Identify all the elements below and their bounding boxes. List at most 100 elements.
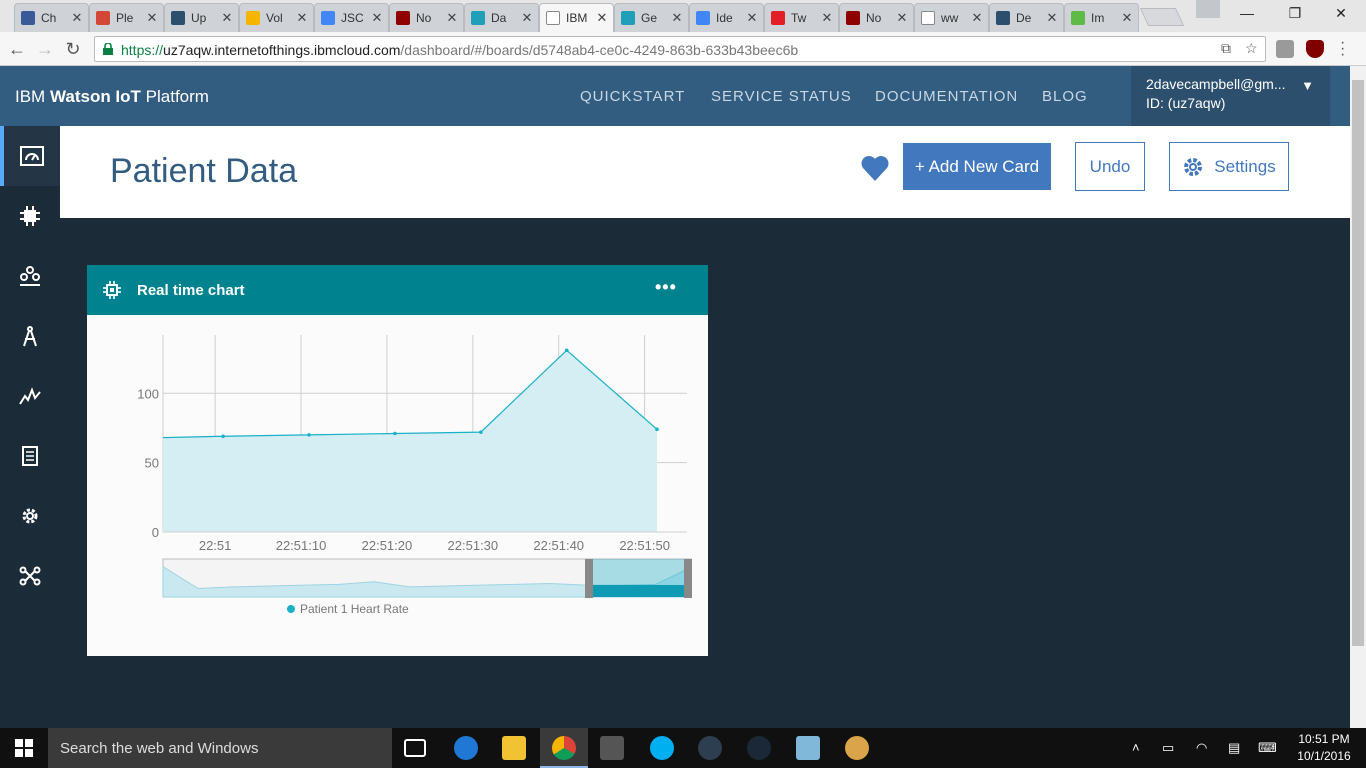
close-tab-icon[interactable]: ✕ xyxy=(595,10,609,26)
nav-service-status[interactable]: SERVICE STATUS xyxy=(711,88,852,105)
sidebar-item-settings[interactable] xyxy=(0,486,60,546)
browser-tab[interactable]: ww ✕ xyxy=(914,3,989,32)
maximize-button[interactable]: ❐ xyxy=(1272,0,1318,28)
close-tab-icon[interactable]: ✕ xyxy=(445,10,459,26)
close-tab-icon[interactable]: ✕ xyxy=(1120,10,1134,26)
forward-icon[interactable]: → xyxy=(34,38,56,60)
rules-compass-icon xyxy=(23,326,37,347)
address-bar[interactable]: https://uz7aqw.internetofthings.ibmcloud… xyxy=(94,36,1266,62)
browser-tab[interactable]: JSC ✕ xyxy=(314,3,389,32)
tab-title: Ge xyxy=(641,11,658,25)
close-tab-icon[interactable]: ✕ xyxy=(670,10,684,26)
board-header: Patient Data + Add New Card Undo Setting… xyxy=(60,126,1350,218)
x-tick-label: 22:51 xyxy=(199,538,232,553)
settings-button[interactable]: Settings xyxy=(1169,142,1289,191)
settings-gear-icon xyxy=(22,508,38,524)
brand-logo[interactable]: IBM Watson IoT Platform xyxy=(15,87,209,107)
browser-tab[interactable]: No ✕ xyxy=(389,3,464,32)
browser-menu-icon[interactable]: · · · xyxy=(1340,35,1345,63)
browser-tab[interactable]: No ✕ xyxy=(839,3,914,32)
bookmark-star-icon[interactable]: ☆ xyxy=(1245,40,1258,57)
task-view-icon[interactable] xyxy=(404,739,426,757)
profile-button[interactable] xyxy=(1196,0,1220,18)
browser-tab[interactable]: IBM ✕ xyxy=(539,3,614,32)
sidebar-item-rules[interactable] xyxy=(0,306,60,366)
data-point xyxy=(655,427,659,432)
tab-title: Up xyxy=(191,11,207,25)
usage-chart-icon xyxy=(19,387,41,405)
page-scrollbar[interactable] xyxy=(1350,66,1366,728)
close-window-button[interactable]: ✕ xyxy=(1318,0,1364,28)
battery-icon[interactable]: ▭ xyxy=(1162,740,1174,756)
google-docs-icon xyxy=(321,11,335,25)
sidebar-item-usage[interactable] xyxy=(0,366,60,426)
show-hidden-icons[interactable]: ˄ xyxy=(1132,740,1140,755)
ublock-icon[interactable] xyxy=(1306,40,1324,58)
close-tab-icon[interactable]: ✕ xyxy=(520,10,534,26)
sidebar-item-extensions[interactable] xyxy=(0,546,60,606)
notifications-icon[interactable]: ▤ xyxy=(1228,740,1240,756)
cast-icon[interactable]: ⧉ xyxy=(1221,40,1231,57)
close-tab-icon[interactable]: ✕ xyxy=(370,10,384,26)
steam-icon[interactable] xyxy=(747,736,771,760)
navigator-right-handle xyxy=(684,559,692,598)
minimize-button[interactable]: — xyxy=(1224,0,1270,28)
taskbar-search-input[interactable]: Search the web and Windows xyxy=(48,728,392,768)
close-tab-icon[interactable]: ✕ xyxy=(70,10,84,26)
notepad-icon[interactable] xyxy=(796,736,820,760)
paint-icon[interactable] xyxy=(845,736,869,760)
close-tab-icon[interactable]: ✕ xyxy=(295,10,309,26)
scrollbar-thumb[interactable] xyxy=(1352,80,1364,646)
browser-tab[interactable]: Im ✕ xyxy=(1064,3,1139,32)
browser-tab[interactable]: Up ✕ xyxy=(164,3,239,32)
back-icon[interactable]: ← xyxy=(6,38,28,60)
wifi-icon[interactable]: ◠ xyxy=(1196,740,1207,756)
system-clock[interactable]: 10:51 PM 10/1/2016 xyxy=(1294,731,1354,765)
clock-time: 10:51 PM xyxy=(1298,732,1350,746)
close-tab-icon[interactable]: ✕ xyxy=(820,10,834,26)
user-menu[interactable]: 2davecampbell@gm... ID: (uz7aqw) ▼ xyxy=(1131,66,1330,126)
browser-tab[interactable]: Tw ✕ xyxy=(764,3,839,32)
close-tab-icon[interactable]: ✕ xyxy=(970,10,984,26)
calculator-icon[interactable] xyxy=(600,736,624,760)
chevron-down-icon[interactable]: ▼ xyxy=(1301,78,1314,93)
browser-tab[interactable]: Ge ✕ xyxy=(614,3,689,32)
facebook-icon xyxy=(21,11,35,25)
navigator-left-handle xyxy=(585,559,593,598)
tab-title: Im xyxy=(1091,11,1105,25)
browser-tab[interactable]: Ch ✕ xyxy=(14,3,89,32)
new-tab-button[interactable] xyxy=(1139,8,1185,26)
close-tab-icon[interactable]: ✕ xyxy=(745,10,759,26)
edge-icon[interactable] xyxy=(454,736,478,760)
sidebar-item-boards[interactable] xyxy=(0,126,60,186)
add-new-card-button[interactable]: + Add New Card xyxy=(903,143,1051,190)
sidebar-item-members[interactable] xyxy=(0,246,60,306)
url-path: /dashboard/#/boards/d5748ab4-ce0c-4249-8… xyxy=(400,42,799,58)
nav-quickstart[interactable]: QUICKSTART xyxy=(580,88,685,105)
nav-blog[interactable]: BLOG xyxy=(1042,88,1088,105)
navigator-selected-fill xyxy=(589,585,691,597)
close-tab-icon[interactable]: ✕ xyxy=(1045,10,1059,26)
browser-tab[interactable]: Ide ✕ xyxy=(689,3,764,32)
skype-icon[interactable] xyxy=(650,736,674,760)
reload-icon[interactable]: ↻ xyxy=(62,38,84,60)
browser-tab[interactable]: Vol ✕ xyxy=(239,3,314,32)
favorite-heart-icon[interactable] xyxy=(860,154,890,182)
chrome-icon[interactable] xyxy=(552,736,576,760)
card-menu-icon[interactable]: ••• xyxy=(655,277,677,298)
file-explorer-icon[interactable] xyxy=(502,736,526,760)
browser-tab[interactable]: Da ✕ xyxy=(464,3,539,32)
keyboard-icon[interactable]: ⌨ xyxy=(1258,740,1277,756)
browser-tab[interactable]: Ple ✕ xyxy=(89,3,164,32)
nav-documentation[interactable]: DOCUMENTATION xyxy=(875,88,1018,105)
sidebar-item-devices[interactable] xyxy=(0,186,60,246)
undo-button[interactable]: Undo xyxy=(1075,142,1145,191)
browser-tab[interactable]: De ✕ xyxy=(989,3,1064,32)
close-tab-icon[interactable]: ✕ xyxy=(145,10,159,26)
sidebar-item-apps[interactable] xyxy=(0,426,60,486)
close-tab-icon[interactable]: ✕ xyxy=(220,10,234,26)
extension-icon[interactable] xyxy=(1276,40,1294,58)
close-tab-icon[interactable]: ✕ xyxy=(895,10,909,26)
start-button[interactable] xyxy=(0,728,48,768)
media-app-icon[interactable] xyxy=(698,736,722,760)
